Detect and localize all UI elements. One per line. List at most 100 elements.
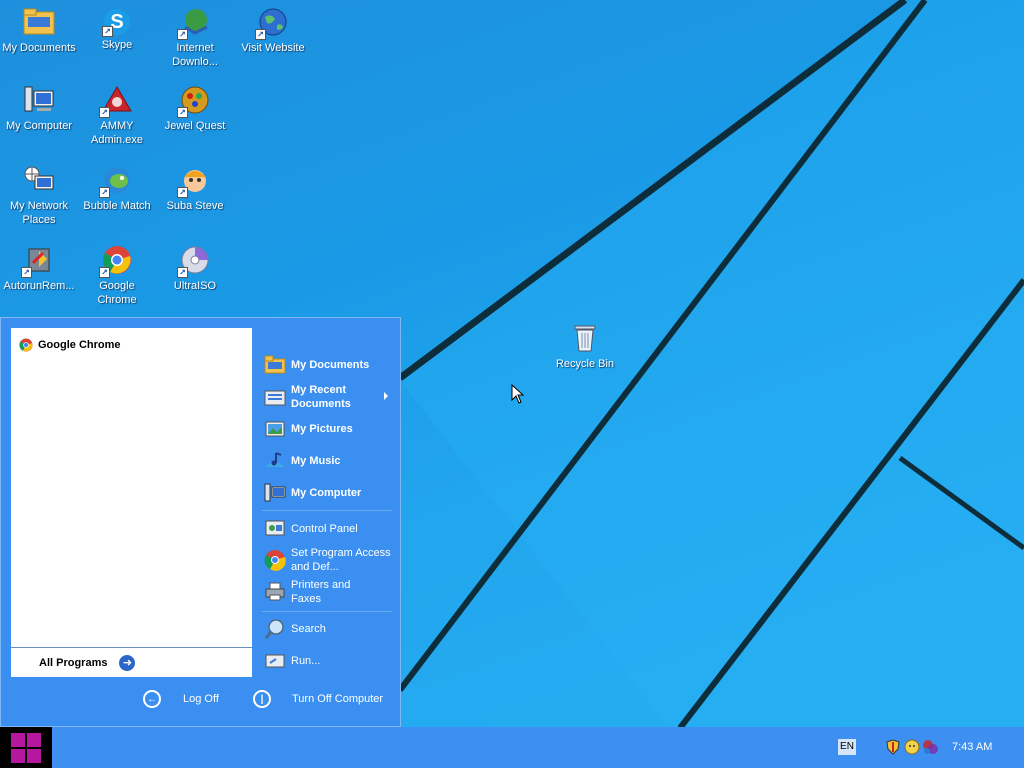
arrow-right-icon: ➜: [119, 654, 136, 671]
control-panel-icon: [263, 518, 287, 540]
desktop-icon-label: Google Chrome: [97, 280, 137, 306]
desktop-icon-label: Recycle Bin: [555, 358, 615, 370]
taskbar-clock[interactable]: 7:43 AM: [952, 741, 992, 753]
start-menu-my-recent-documents[interactable]: My Recent Documents: [263, 383, 383, 411]
menu-item-label: My Documents: [291, 359, 370, 371]
log-off-label: Log Off: [183, 693, 219, 705]
desktop-icon-ultraiso[interactable]: ↗ UltraISO: [156, 244, 234, 293]
all-programs-label: All Programs: [39, 656, 108, 669]
desktop-icon-label: Jewel Quest: [164, 120, 226, 132]
desktop-icon-my-network-places[interactable]: My Network Places: [0, 164, 78, 227]
search-icon: [263, 618, 287, 640]
desktop-icon-label: My Computer: [5, 120, 73, 132]
bubble-match-icon: ↗: [99, 164, 133, 198]
language-indicator[interactable]: EN: [838, 739, 856, 755]
shortcut-arrow-icon: ↗: [177, 267, 188, 278]
start-menu-printers-and-faxes[interactable]: Printers and Faxes: [263, 578, 383, 606]
desktop-icon-bubble-match[interactable]: ↗ Bubble Match: [78, 164, 156, 213]
desktop-icon-label: AutorunRem...: [3, 280, 75, 292]
desktop-icon-label: Internet Downlo...: [172, 42, 218, 68]
desktop-icon-suba-steve[interactable]: ↗ Suba Steve: [156, 164, 234, 213]
mouse-cursor-icon: [511, 384, 525, 404]
security-shield-icon[interactable]: [885, 739, 901, 755]
network-tray-icon[interactable]: [922, 739, 938, 755]
desktop-icon-visit-website[interactable]: ↗ Visit Website: [234, 6, 312, 55]
recycle-bin-icon: [569, 322, 601, 354]
start-menu-run[interactable]: Run...: [263, 650, 320, 672]
desktop-icon-label: Bubble Match: [83, 200, 151, 212]
internet-download-manager-icon: ↗: [177, 6, 211, 40]
desktop-icon-internet-download-manager[interactable]: ↗ Internet Downlo...: [156, 6, 234, 69]
messenger-status-icon[interactable]: [904, 739, 920, 755]
start-menu-my-music[interactable]: My Music: [263, 450, 341, 472]
menu-item-label: My Computer: [291, 487, 362, 499]
desktop-icon-label: Suba Steve: [166, 200, 224, 212]
windows-logo-icon: [11, 732, 41, 763]
desktop-icon-ammy-admin[interactable]: ↗ AMMY Admin.exe: [78, 84, 156, 147]
program-access-icon: [263, 549, 287, 571]
desktop-icon-google-chrome[interactable]: ↗ Google Chrome: [78, 244, 156, 307]
shortcut-arrow-icon: ↗: [99, 267, 110, 278]
start-menu-my-documents[interactable]: My Documents: [263, 354, 369, 376]
desktop-icon-label: UltraISO: [173, 280, 217, 292]
menu-item-label: My Music: [291, 455, 341, 467]
autorun-remover-icon: ↗: [21, 244, 55, 278]
menu-separator: [262, 611, 392, 612]
folder-documents-icon: [23, 6, 55, 38]
log-off-icon: ←: [143, 690, 161, 708]
shortcut-arrow-icon: ↗: [99, 107, 110, 118]
desktop-icon-label: AMMY Admin.exe: [91, 120, 143, 146]
run-icon: [263, 650, 287, 672]
chrome-icon: ↗: [99, 244, 133, 278]
start-menu-control-panel[interactable]: Control Panel: [263, 518, 358, 540]
submenu-arrow-icon: [384, 392, 388, 400]
music-icon: [263, 450, 287, 472]
desktop-icon-label: My Network Places: [9, 200, 69, 226]
start-menu-item-google-chrome[interactable]: Google Chrome: [19, 338, 121, 352]
power-icon: |: [253, 690, 271, 708]
folder-documents-icon: [263, 354, 287, 376]
menu-item-label: My Pictures: [291, 423, 353, 435]
desktop-icon-skype[interactable]: S ↗ Skype: [78, 6, 156, 52]
start-menu-my-pictures[interactable]: My Pictures: [263, 418, 353, 440]
turn-off-computer-button[interactable]: | Turn Off Computer: [253, 690, 383, 708]
desktop-icon-jewel-quest[interactable]: ↗ Jewel Quest: [156, 84, 234, 133]
shortcut-arrow-icon: ↗: [255, 29, 266, 40]
desktop-icon-my-documents[interactable]: My Documents: [0, 6, 78, 55]
shortcut-arrow-icon: ↗: [99, 187, 110, 198]
ultraiso-icon: ↗: [177, 244, 211, 278]
all-programs-button[interactable]: All Programs ➜: [11, 647, 252, 677]
desktop-icon-autorunremover[interactable]: ↗ AutorunRem...: [0, 244, 78, 293]
computer-icon: [23, 84, 55, 116]
shortcut-arrow-icon: ↗: [177, 107, 188, 118]
recent-documents-icon: [263, 386, 287, 408]
shortcut-arrow-icon: ↗: [177, 29, 188, 40]
turn-off-label: Turn Off Computer: [292, 693, 384, 705]
globe-icon: ↗: [255, 6, 289, 40]
menu-item-label: Printers and Faxes: [291, 579, 351, 605]
menu-item-label: Search: [291, 623, 326, 635]
desktop-icon-my-computer[interactable]: My Computer: [0, 84, 78, 133]
start-menu-my-computer[interactable]: My Computer: [263, 482, 361, 504]
taskbar: EN 7:43 AM: [0, 727, 1024, 768]
chrome-icon: [19, 338, 33, 352]
printer-icon: [263, 581, 287, 603]
start-menu-search[interactable]: Search: [263, 618, 326, 640]
network-places-icon: [23, 164, 55, 196]
desktop-icon-recycle-bin[interactable]: Recycle Bin: [546, 322, 624, 371]
suba-steve-icon: ↗: [177, 164, 211, 198]
desktop-icon-label: Visit Website: [241, 42, 305, 54]
start-menu-item-label: Google Chrome: [38, 339, 121, 351]
log-off-button[interactable]: ← Log Off: [143, 690, 219, 708]
start-menu-programs-pane: Google Chrome All Programs ➜: [11, 328, 252, 677]
shortcut-arrow-icon: ↗: [21, 267, 32, 278]
start-menu-set-program-access[interactable]: Set Program Access and Def...: [263, 546, 393, 574]
shortcut-arrow-icon: ↗: [102, 26, 113, 37]
desktop-icon-label: Skype: [101, 39, 133, 51]
menu-item-label: Run...: [291, 655, 321, 667]
desktop-icon-label: My Documents: [2, 42, 76, 54]
pictures-icon: [263, 418, 287, 440]
menu-item-label: Control Panel: [291, 523, 358, 535]
start-button[interactable]: [0, 727, 52, 768]
computer-icon: [263, 482, 287, 504]
